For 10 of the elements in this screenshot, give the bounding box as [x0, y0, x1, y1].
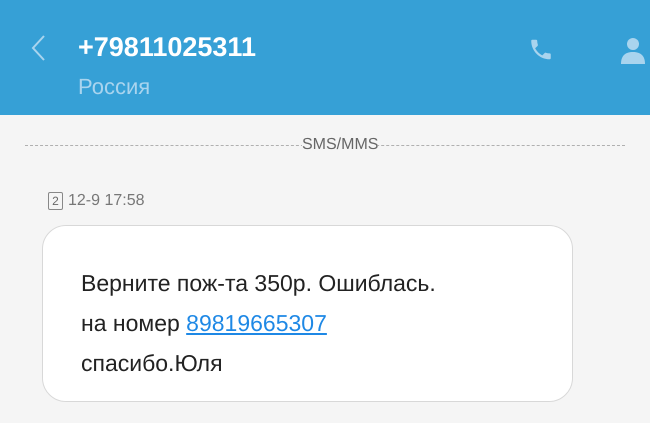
message-time: 12-9 17:58	[68, 191, 145, 211]
back-icon[interactable]	[31, 34, 46, 62]
message-text: на номер	[81, 310, 181, 336]
sim-icon: 2	[48, 192, 63, 210]
contact-country: Россия	[78, 73, 152, 101]
contact-number: +79811025311	[78, 31, 256, 64]
person-icon[interactable]	[621, 37, 645, 64]
message-text: спасибо.Юля	[81, 349, 224, 378]
phone-link[interactable]: 89819665307	[186, 310, 327, 336]
message-text: Верните пож-та 350р. Ошиблась.	[81, 269, 437, 298]
